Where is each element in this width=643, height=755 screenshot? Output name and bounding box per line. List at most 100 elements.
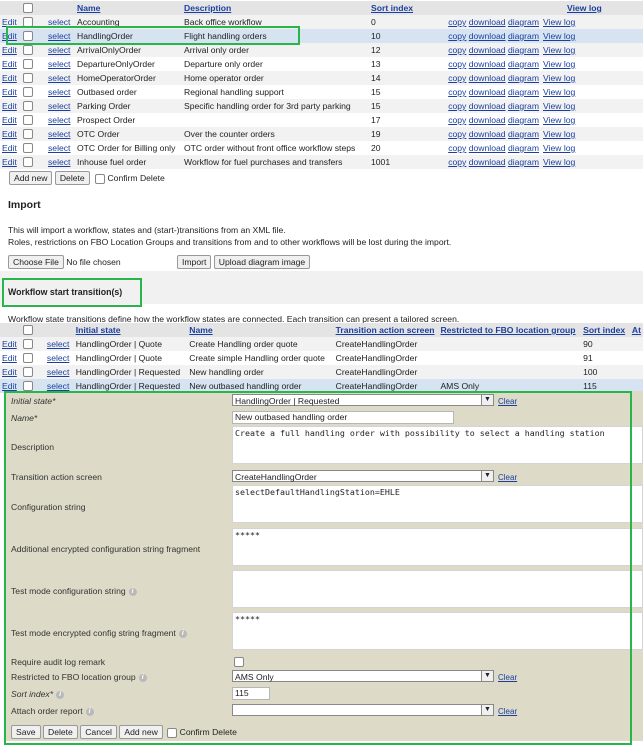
select-link[interactable]: select [48, 31, 70, 41]
form-confirm-delete-checkbox[interactable] [167, 727, 178, 738]
transitions-select-all-checkbox[interactable] [22, 325, 33, 336]
download-link[interactable]: download [469, 17, 506, 27]
import-button[interactable]: Import [177, 255, 212, 269]
delete-button[interactable]: Delete [54, 171, 90, 185]
cancel-button[interactable]: Cancel [80, 725, 117, 739]
download-link[interactable]: download [469, 45, 506, 55]
row-checkbox[interactable] [23, 129, 33, 140]
diagram-link[interactable]: diagram [508, 101, 539, 111]
row-checkbox[interactable] [23, 115, 33, 126]
select-all-checkbox[interactable] [23, 3, 33, 14]
copy-link[interactable]: copy [448, 143, 466, 153]
view-log-link[interactable]: View log [543, 59, 575, 69]
upload-diagram-button[interactable]: Upload diagram image [213, 255, 311, 269]
choose-file-button[interactable]: Choose File [8, 255, 64, 269]
view-log-link[interactable]: View log [543, 101, 575, 111]
download-link[interactable]: download [469, 73, 506, 83]
row-checkbox[interactable] [23, 87, 33, 98]
sort-index-input[interactable]: 115 [232, 687, 270, 700]
select-link[interactable]: select [48, 101, 70, 111]
diagram-link[interactable]: diagram [508, 59, 539, 69]
attach-report-select[interactable]: ▼ [232, 704, 494, 716]
edit-link[interactable]: Edit [2, 381, 17, 391]
select-link[interactable]: select [48, 143, 70, 153]
edit-link[interactable]: Edit [2, 101, 17, 111]
row-checkbox[interactable] [22, 367, 33, 378]
select-link[interactable]: select [48, 59, 70, 69]
diagram-link[interactable]: diagram [508, 129, 539, 139]
diagram-link[interactable]: diagram [508, 73, 539, 83]
diagram-link[interactable]: diagram [508, 17, 539, 27]
screen-select[interactable]: CreateHandlingOrder ▼ [232, 470, 494, 482]
copy-link[interactable]: copy [448, 129, 466, 139]
clear-screen-link[interactable]: Clear [498, 473, 517, 482]
test-config-textarea[interactable] [232, 570, 643, 608]
view-log-link[interactable]: View log [543, 31, 575, 41]
edit-link[interactable]: Edit [2, 31, 17, 41]
edit-link[interactable]: Edit [2, 367, 17, 377]
confirm-delete-checkbox[interactable] [95, 173, 106, 184]
description-textarea[interactable]: Create a full handling order with possib… [232, 426, 643, 464]
copy-link[interactable]: copy [448, 45, 466, 55]
form-add-new-button[interactable]: Add new [119, 725, 163, 739]
info-icon[interactable]: i [138, 673, 147, 682]
edit-link[interactable]: Edit [2, 157, 17, 167]
view-log-column-header[interactable]: View log [541, 1, 643, 15]
view-log-link[interactable]: View log [543, 129, 575, 139]
diagram-link[interactable]: diagram [508, 115, 539, 125]
download-link[interactable]: download [469, 59, 506, 69]
download-link[interactable]: download [469, 143, 506, 153]
edit-link[interactable]: Edit [2, 353, 17, 363]
initial-state-select[interactable]: HandlingOrder | Requested ▼ [232, 394, 494, 406]
tsort-column-header[interactable]: Sort index [581, 323, 630, 337]
config-textarea[interactable]: selectDefaultHandlingStation=EHLE [232, 485, 643, 523]
row-checkbox[interactable] [23, 157, 33, 168]
edit-link[interactable]: Edit [2, 115, 17, 125]
diagram-link[interactable]: diagram [508, 143, 539, 153]
info-icon[interactable]: i [178, 629, 187, 638]
copy-link[interactable]: copy [448, 73, 466, 83]
select-link[interactable]: select [47, 339, 69, 349]
copy-link[interactable]: copy [448, 157, 466, 167]
select-link[interactable]: select [48, 17, 70, 27]
select-link[interactable]: select [47, 367, 69, 377]
test-enc-textarea[interactable]: ***** [232, 612, 643, 650]
edit-link[interactable]: Edit [2, 143, 17, 153]
clear-restricted-link[interactable]: Clear [498, 673, 517, 682]
save-button[interactable]: Save [11, 725, 41, 739]
row-checkbox[interactable] [23, 17, 33, 28]
copy-link[interactable]: copy [448, 59, 466, 69]
view-log-link[interactable]: View log [543, 143, 575, 153]
info-icon[interactable]: i [85, 707, 94, 716]
edit-link[interactable]: Edit [2, 339, 17, 349]
row-checkbox[interactable] [23, 59, 33, 70]
name-input[interactable]: New outbased handling order [232, 411, 454, 424]
select-link[interactable]: select [48, 73, 70, 83]
copy-link[interactable]: copy [448, 87, 466, 97]
select-link[interactable]: select [47, 353, 69, 363]
clear-initial-state-link[interactable]: Clear [498, 397, 517, 406]
edit-link[interactable]: Edit [2, 87, 17, 97]
view-log-link[interactable]: View log [543, 73, 575, 83]
diagram-link[interactable]: diagram [508, 31, 539, 41]
select-link[interactable]: select [48, 87, 70, 97]
view-log-link[interactable]: View log [543, 17, 575, 27]
select-link[interactable]: select [47, 381, 69, 391]
restricted-column-header[interactable]: Restricted to FBO location group [438, 323, 581, 337]
sort-index-column-header[interactable]: Sort index [369, 1, 541, 15]
select-link[interactable]: select [48, 115, 70, 125]
info-icon[interactable]: i [128, 587, 137, 596]
edit-link[interactable]: Edit [2, 59, 17, 69]
at-column-header[interactable]: At [630, 323, 643, 337]
row-checkbox[interactable] [23, 101, 33, 112]
copy-link[interactable]: copy [448, 115, 466, 125]
row-checkbox[interactable] [23, 45, 33, 56]
description-column-header[interactable]: Description [182, 1, 369, 15]
view-log-link[interactable]: View log [543, 87, 575, 97]
name-column-header[interactable]: Name [75, 1, 182, 15]
diagram-link[interactable]: diagram [508, 87, 539, 97]
view-log-link[interactable]: View log [543, 115, 575, 125]
download-link[interactable]: download [469, 157, 506, 167]
screen-column-header[interactable]: Transition action screen [334, 323, 439, 337]
row-checkbox[interactable] [22, 339, 33, 350]
